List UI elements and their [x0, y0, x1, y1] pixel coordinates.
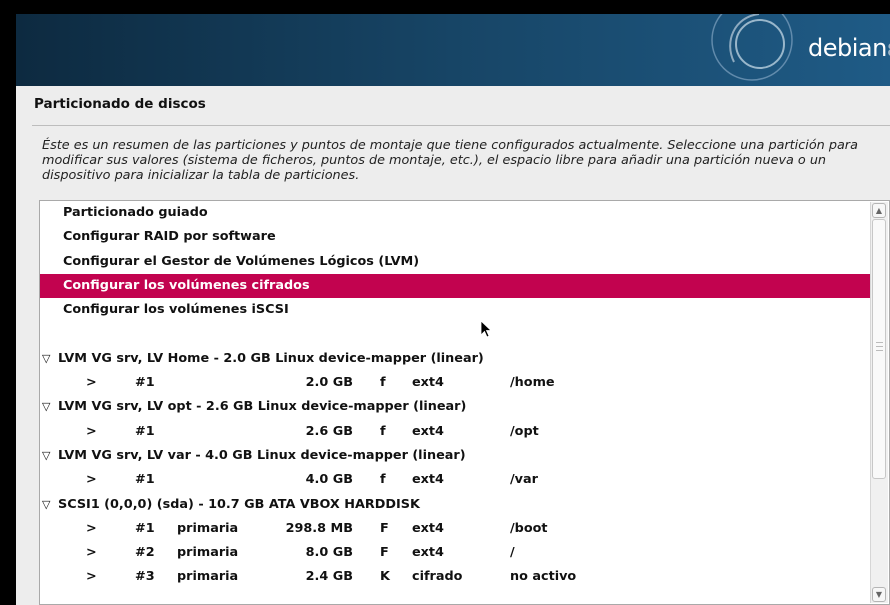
partition-flag: K — [380, 569, 390, 585]
menu-item[interactable]: Configurar los volúmenes iSCSI — [40, 298, 870, 322]
page-title: Particionado de discos — [34, 96, 206, 112]
partition-filesystem: ext4 — [412, 375, 444, 391]
triangle-down-icon: ▽ — [42, 351, 51, 365]
partition-flag: f — [380, 472, 386, 488]
device-row[interactable]: ▽ SCSI1 (0,0,0) (sda) - 10.7 GB ATA VBOX … — [40, 493, 870, 517]
partition-size: 2.6 GB — [305, 423, 353, 439]
partition-number: #2 — [135, 545, 155, 561]
partition-row[interactable]: > #1 4.0 GB f ext4/var — [40, 468, 870, 492]
partition-size: 2.0 GB — [305, 375, 353, 391]
partition-arrow: > — [86, 423, 97, 439]
brand-name: debian — [808, 34, 887, 62]
menu-item-label: Particionado guiado — [63, 205, 208, 220]
scrollbar[interactable]: ▲ ▼ — [870, 202, 888, 603]
partition-mountpoint: / — [510, 545, 515, 561]
menu-item[interactable]: Configurar el Gestor de Volúmenes Lógico… — [40, 250, 870, 274]
partition-list-items: Particionado guiado Configurar RAID por s… — [40, 201, 870, 590]
partition-number: #1 — [135, 375, 155, 391]
partition-number: #1 — [135, 423, 155, 439]
menu-item-label: Configurar RAID por software — [63, 229, 276, 245]
triangle-down-icon: ▽ — [42, 400, 51, 414]
partition-row[interactable]: > #1 2.0 GB f ext4/home — [40, 371, 870, 395]
partition-flag: F — [380, 545, 389, 561]
partition-size: 2.4 GB — [305, 569, 353, 585]
partition-arrow: > — [86, 545, 97, 561]
partition-number: #1 — [135, 472, 155, 488]
device-label: LVM VG srv, LV var - 4.0 GB Linux device… — [58, 447, 466, 463]
partition-filesystem: ext4 — [412, 472, 444, 488]
menu-item-label: Configurar los volúmenes cifrados — [63, 277, 310, 293]
device-label: LVM VG srv, LV Home - 2.0 GB Linux devic… — [58, 350, 484, 366]
device-row[interactable]: ▽ LVM VG srv, LV var - 4.0 GB Linux devic… — [40, 444, 870, 468]
scrollbar-thumb[interactable] — [872, 219, 886, 479]
title-divider — [32, 125, 890, 126]
partition-type: primaria — [177, 569, 239, 585]
installer-window: debian8 Particionado de discos Éste es u… — [16, 14, 890, 605]
partition-filesystem: cifrado — [412, 569, 463, 585]
partition-flag: f — [380, 375, 386, 391]
partition-type: primaria — [177, 520, 239, 536]
debian-swirl-logo — [711, 14, 793, 81]
partition-filesystem: ext4 — [412, 545, 444, 561]
menu-item-label: Configurar el Gestor de Volúmenes Lógico… — [63, 253, 420, 269]
partition-mountpoint: no activo — [510, 569, 577, 585]
mouse-pointer-icon — [480, 320, 492, 338]
partition-mountpoint: /boot — [510, 520, 548, 536]
partition-flag: f — [380, 423, 386, 439]
partition-arrow: > — [86, 472, 97, 488]
partition-row[interactable]: > #3 primaria 2.4 GB Kcifrado no activo — [40, 565, 870, 589]
partition-number: #1 — [135, 520, 155, 536]
scroll-down-icon[interactable]: ▼ — [872, 587, 886, 602]
grip-icon — [876, 342, 883, 351]
menu-item[interactable]: Particionado guiado — [40, 201, 870, 225]
partition-row[interactable]: > #2 primaria 8.0 GB Fext4 / — [40, 541, 870, 565]
menu-item-label: Configurar los volúmenes iSCSI — [63, 302, 289, 318]
partition-size: 298.8 MB — [285, 520, 353, 536]
triangle-down-icon: ▽ — [42, 497, 51, 511]
partition-type: primaria — [177, 545, 239, 561]
device-row[interactable]: ▽ LVM VG srv, LV Home - 2.0 GB Linux devi… — [40, 347, 870, 371]
partition-row[interactable]: > #1 2.6 GB f ext4/opt — [40, 420, 870, 444]
partition-list[interactable]: Particionado guiado Configurar RAID por s… — [39, 200, 890, 605]
device-row[interactable]: ▽ LVM VG srv, LV opt - 2.6 GB Linux devic… — [40, 395, 870, 419]
partition-mountpoint: /var — [510, 472, 538, 488]
partition-arrow: > — [86, 520, 97, 536]
partition-mountpoint: /home — [510, 375, 555, 391]
partition-arrow: > — [86, 375, 97, 391]
menu-item[interactable]: Configurar los volúmenes cifrados — [40, 273, 870, 299]
device-label: LVM VG srv, LV opt - 2.6 GB Linux device… — [58, 399, 467, 415]
scroll-up-icon[interactable]: ▲ — [872, 203, 886, 218]
partition-mountpoint: /opt — [510, 423, 539, 439]
debian-banner: debian8 — [16, 14, 890, 86]
partition-flag: F — [380, 520, 389, 536]
partition-number: #3 — [135, 569, 155, 585]
device-label: SCSI1 (0,0,0) (sda) - 10.7 GB ATA VBOX H… — [58, 496, 420, 512]
debian-logo-text: debian8 — [808, 34, 890, 62]
partition-arrow: > — [86, 569, 97, 585]
partition-filesystem: ext4 — [412, 423, 444, 439]
partition-size: 8.0 GB — [305, 545, 353, 561]
partition-row[interactable]: > #1 primaria 298.8 MB Fext4/boot — [40, 517, 870, 541]
partition-filesystem: ext4 — [412, 520, 444, 536]
menu-item[interactable]: Configurar RAID por software — [40, 225, 870, 249]
intro-text: Éste es un resumen de las particiones y … — [42, 138, 858, 183]
triangle-down-icon: ▽ — [42, 448, 51, 462]
partition-size: 4.0 GB — [305, 472, 353, 488]
